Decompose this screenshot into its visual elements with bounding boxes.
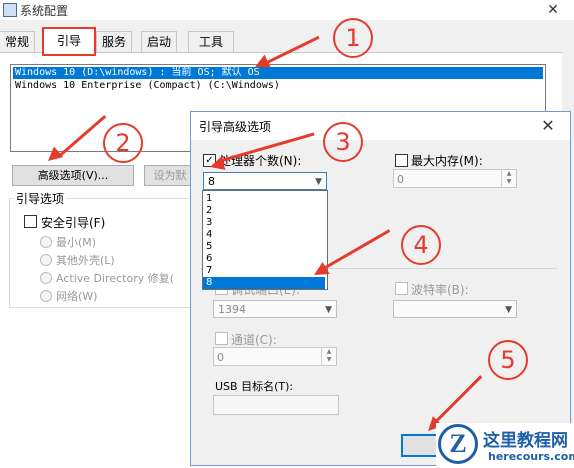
dialog-close-icon[interactable]: ✕ (536, 116, 560, 136)
radio-ad-repair-label: Active Directory 修复( (56, 272, 175, 285)
dropdown-option[interactable]: 1 (203, 193, 325, 205)
processor-count-dropdown[interactable]: 1 2 3 4 5 6 7 8 (202, 190, 328, 290)
spinner-arrows-icon[interactable]: ▲ ▼ (501, 170, 516, 187)
channel-value: 0 (217, 351, 224, 364)
dropdown-option[interactable]: 6 (203, 253, 325, 265)
spinner-arrows-icon[interactable]: ▲ ▼ (321, 348, 336, 365)
radio-alternate-shell-label: 其他外壳(L) (56, 254, 115, 267)
baud-rate-checkbox[interactable] (395, 282, 408, 295)
chevron-down-icon: ▼ (315, 177, 322, 187)
tab-general[interactable]: 常规 (0, 31, 35, 52)
radio-alternate-shell[interactable] (40, 254, 52, 266)
max-memory-checkbox[interactable] (395, 154, 408, 167)
safe-boot-label: 安全引导(F) (41, 216, 106, 230)
debug-port-value: 1394 (218, 303, 246, 316)
channel-spinner[interactable]: 0 ▲ ▼ (213, 347, 337, 366)
boot-entry[interactable]: Windows 10 (D:\windows) : 当前 OS; 默认 OS (13, 67, 543, 79)
dialog-title-bar: 引导高级选项 ✕ (191, 112, 570, 140)
tab-services[interactable]: 服务 (96, 31, 132, 52)
tab-startup[interactable]: 启动 (141, 31, 177, 52)
dropdown-option[interactable]: 5 (203, 241, 325, 253)
chevron-down-icon: ▼ (325, 305, 332, 315)
max-memory-value: 0 (397, 173, 404, 186)
watermark: Z 这里教程网 herecours.com (436, 423, 574, 467)
boot-options-label: 引导选项 (14, 190, 67, 207)
close-icon[interactable]: ✕ (532, 0, 574, 20)
debug-port-combo[interactable]: 1394 ▼ (213, 300, 337, 318)
set-default-button[interactable]: 设为默 (144, 165, 196, 186)
chevron-down-icon: ▼ (505, 305, 512, 315)
watermark-logo: Z (438, 424, 478, 464)
dropdown-option[interactable]: 7 (203, 265, 325, 277)
max-memory-label: 最大内存(M): (411, 154, 483, 168)
step-marker-3: 3 (323, 122, 363, 162)
step-marker-4: 4 (401, 225, 441, 265)
num-processors-combo[interactable]: 8 ▼ (203, 172, 327, 190)
app-icon (3, 3, 17, 17)
radio-network[interactable] (40, 290, 52, 302)
radio-minimal-label: 最小(M) (56, 236, 97, 249)
watermark-site-name: 这里教程网 (483, 431, 568, 451)
dropdown-option[interactable]: 2 (203, 205, 325, 217)
baud-rate-label: 波特率(B): (411, 283, 469, 297)
dropdown-option[interactable]: 3 (203, 217, 325, 229)
radio-minimal[interactable] (40, 236, 52, 248)
dropdown-option-selected[interactable]: 8 (203, 277, 325, 289)
max-memory-spinner[interactable]: 0 ▲ ▼ (393, 169, 517, 188)
radio-ad-repair[interactable] (40, 272, 52, 284)
dropdown-option[interactable]: 4 (203, 229, 325, 241)
usb-target-label: USB 目标名(T): (215, 380, 294, 393)
dialog-title: 引导高级选项 (199, 120, 272, 134)
tab-tools[interactable]: 工具 (188, 31, 234, 52)
baud-rate-combo[interactable]: ▼ (393, 300, 517, 318)
usb-target-input[interactable] (213, 395, 339, 415)
channel-label: 通道(C): (231, 333, 277, 347)
window-title: 系统配置 (20, 4, 69, 18)
step-marker-5: 5 (488, 340, 528, 380)
tab-boot[interactable]: 引导 (42, 27, 96, 56)
safe-boot-checkbox[interactable] (24, 215, 37, 228)
boot-entry[interactable]: Windows 10 Enterprise (Compact) (C:\Wind… (13, 80, 282, 92)
step-marker-2: 2 (103, 123, 143, 163)
num-processors-value: 8 (208, 175, 215, 188)
num-processors-label: 处理器个数(N): (219, 154, 302, 168)
advanced-options-button[interactable]: 高级选项(V)... (12, 165, 134, 186)
channel-checkbox[interactable] (215, 332, 228, 345)
step-marker-1: 1 (333, 18, 373, 58)
watermark-url: herecours.com (488, 450, 574, 463)
radio-network-label: 网络(W) (56, 290, 98, 303)
title-bar: 系统配置 ✕ (0, 0, 574, 20)
